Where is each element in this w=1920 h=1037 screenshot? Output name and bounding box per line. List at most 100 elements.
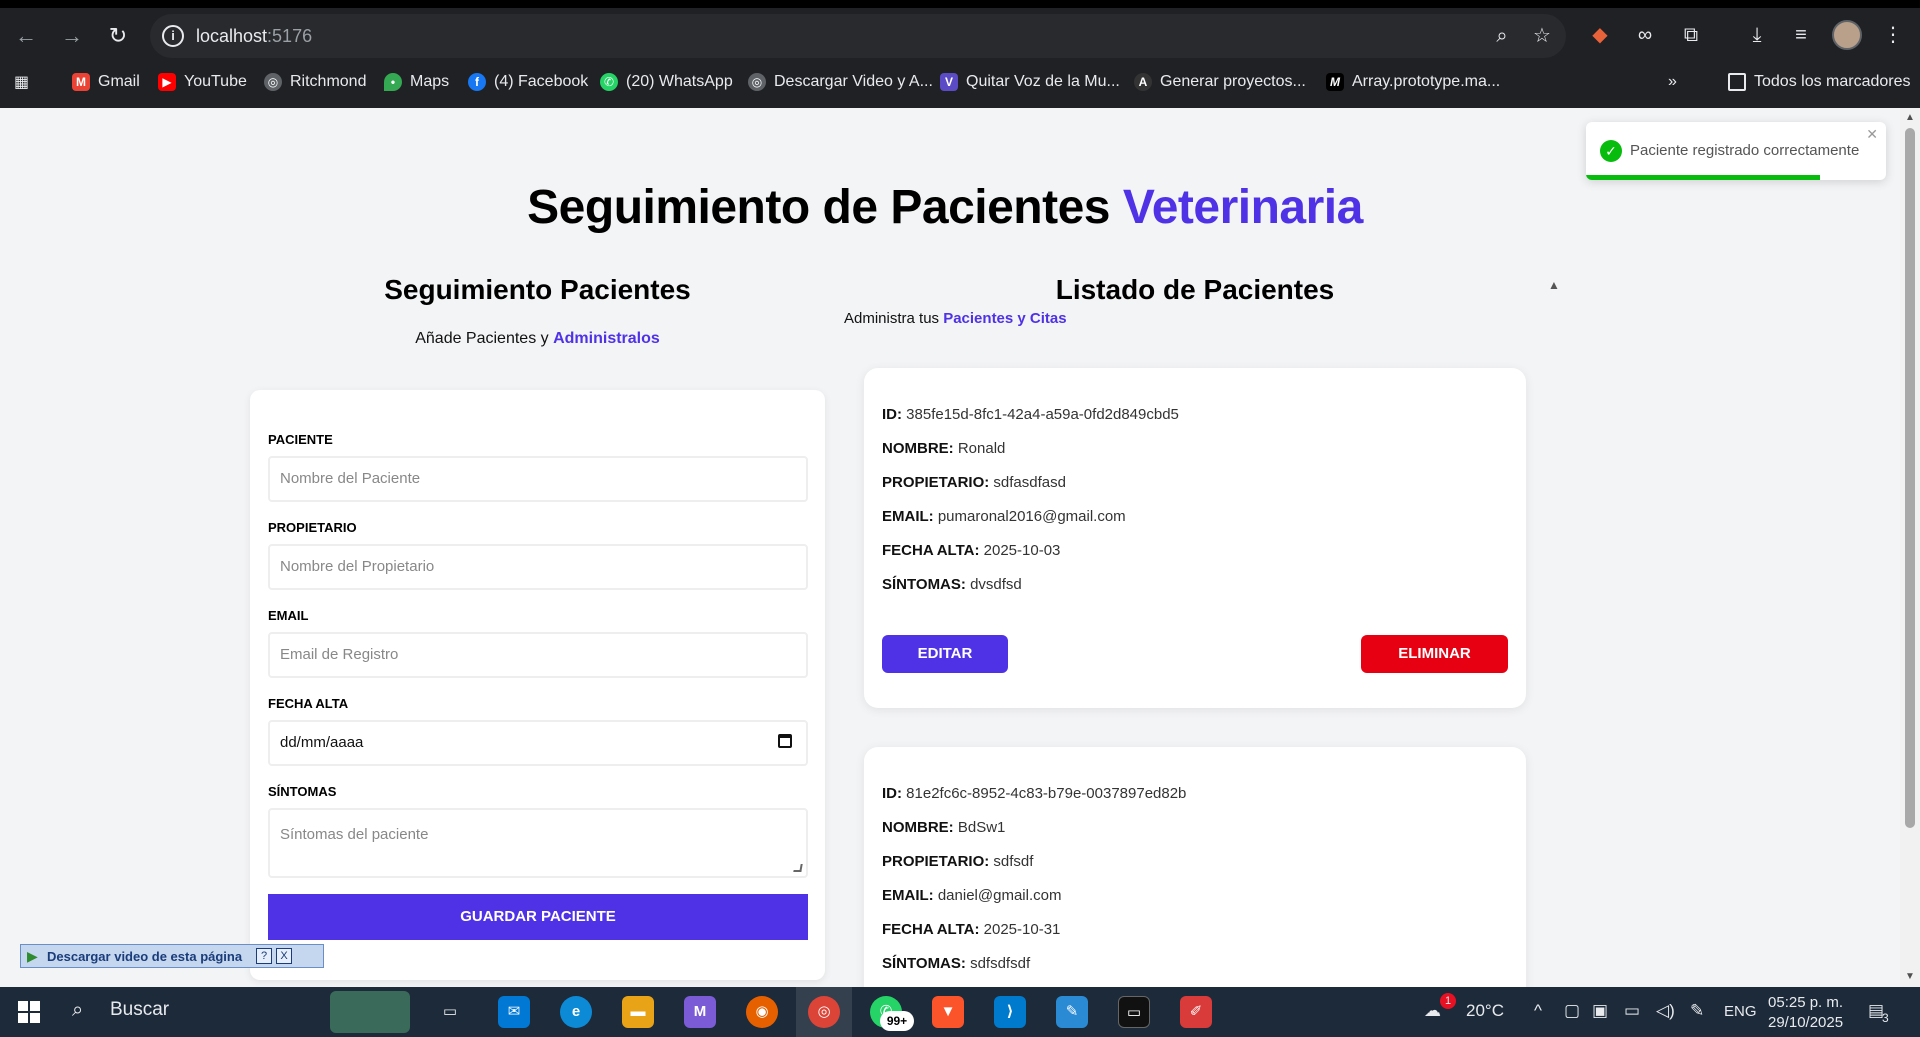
bookmark-youtube[interactable]: ▶ YouTube: [158, 70, 247, 94]
paint-app-icon[interactable]: ✎: [1056, 996, 1088, 1028]
fecha-input[interactable]: dd/mm/aaaa: [268, 720, 808, 766]
sintomas-label: SÍNTOMAS: [268, 784, 337, 799]
temperature[interactable]: 20°C: [1466, 1001, 1504, 1021]
list-scroll-up-icon[interactable]: ▲: [1546, 278, 1562, 294]
sintomas-placeholder: Síntomas del paciente: [280, 826, 429, 843]
extensions-icon[interactable]: ⧉: [1676, 20, 1706, 50]
bookmarks-bar: ▦ M Gmail ▶ YouTube ◎ Ritchmond • Maps f (4) …: [0, 66, 1920, 98]
page-scrollbar[interactable]: ▲ ▼: [1900, 108, 1920, 987]
more-bookmarks-chevron-icon[interactable]: »: [1668, 70, 1677, 94]
infinity-extension-icon[interactable]: ∞: [1630, 20, 1660, 50]
display-icon[interactable]: ▣: [1592, 1001, 1608, 1021]
close-icon[interactable]: X: [276, 948, 293, 964]
patient-propietario: PROPIETARIO: sdfasdfasd: [882, 474, 1066, 491]
all-bookmarks-folder[interactable]: Todos los marcadores: [1728, 70, 1911, 94]
bookmark-ritchmond[interactable]: ◎ Ritchmond: [264, 70, 366, 94]
search-highlight-image[interactable]: [330, 991, 410, 1033]
download-video-label[interactable]: Descargar video de esta página: [47, 949, 242, 964]
draw-app-icon[interactable]: ✐: [1180, 996, 1212, 1028]
whatsapp-icon: ✆: [600, 73, 618, 91]
download-video-bar[interactable]: ▶ Descargar video de esta página ? X: [20, 944, 324, 968]
language-indicator[interactable]: ENG: [1724, 1003, 1757, 1020]
folder-icon: [1728, 73, 1746, 91]
email-input[interactable]: Email de Registro: [268, 632, 808, 678]
whatsapp-badge: 99+: [880, 1011, 914, 1031]
zoom-icon[interactable]: ⌕: [1490, 24, 1514, 48]
play-icon: ▶: [27, 948, 38, 964]
patient-fecha: FECHA ALTA: 2025-10-03: [882, 542, 1061, 559]
bookmark-facebook[interactable]: f (4) Facebook: [468, 70, 588, 94]
tray-app-icon[interactable]: ▢: [1564, 1001, 1580, 1021]
media-control-icon[interactable]: ≡: [1786, 20, 1816, 50]
sintomas-textarea[interactable]: Síntomas del paciente: [268, 808, 808, 878]
patient-form: PACIENTE Nombre del Paciente PROPIETARIO…: [250, 390, 825, 980]
pen-icon[interactable]: ✎: [1690, 1001, 1704, 1021]
address-bar[interactable]: i localhost:5176 ⌕ ☆: [150, 14, 1566, 58]
paciente-input[interactable]: Nombre del Paciente: [268, 456, 808, 502]
task-view-icon[interactable]: ▭: [434, 996, 466, 1028]
bookmark-generar-proyectos[interactable]: A Generar proyectos...: [1134, 70, 1306, 94]
tab-strip: [0, 0, 1920, 8]
gmail-icon: M: [72, 73, 90, 91]
bookmark-descargar-video[interactable]: ◎ Descargar Video y A...: [748, 70, 933, 94]
globe-icon: ◎: [748, 73, 766, 91]
guardar-paciente-button[interactable]: GUARDAR PACIENTE: [268, 894, 808, 940]
check-icon: ✓: [1600, 140, 1622, 162]
patient-card: ID: 81e2fc6c-8952-4c83-b79e-0037897ed82b…: [864, 747, 1526, 987]
tray-chevron-icon[interactable]: ^: [1534, 1001, 1542, 1021]
back-button[interactable]: ←: [10, 20, 42, 52]
battery-icon[interactable]: ▭: [1624, 1001, 1640, 1021]
forward-button[interactable]: →: [56, 20, 88, 52]
help-icon[interactable]: ?: [256, 948, 273, 964]
bookmark-maps[interactable]: • Maps: [384, 70, 449, 94]
facebook-icon: f: [468, 73, 486, 91]
download-icon[interactable]: ⤓: [1742, 20, 1772, 50]
brave-app-icon[interactable]: ▼: [932, 996, 964, 1028]
menu-icon[interactable]: ⋮: [1878, 20, 1908, 50]
eliminar-button[interactable]: ELIMINAR: [1361, 635, 1508, 673]
m365-app-icon[interactable]: M: [684, 996, 716, 1028]
firefox-app-icon[interactable]: ◉: [746, 996, 778, 1028]
scrollbar-thumb[interactable]: [1905, 128, 1915, 828]
url-text[interactable]: localhost:5176: [196, 26, 312, 47]
scroll-down-arrow-icon[interactable]: ▼: [1904, 971, 1916, 983]
apps-grid-icon[interactable]: ▦: [14, 70, 29, 94]
calendar-icon[interactable]: [778, 734, 792, 748]
patient-email: EMAIL: pumaronal2016@gmail.com: [882, 508, 1126, 525]
terminal-app-icon[interactable]: ▭: [1118, 996, 1150, 1028]
taskbar-search[interactable]: ⌕ Buscar: [72, 999, 169, 1022]
bookmark-whatsapp[interactable]: ✆ (20) WhatsApp: [600, 70, 733, 94]
resize-grip-icon[interactable]: [793, 864, 803, 872]
browser-chrome: ← → ↻ i localhost:5176 ⌕ ☆ ◆ ∞ ⧉ ⤓ ≡ ⋮ ▦…: [0, 0, 1920, 108]
file-explorer-icon[interactable]: ▬: [622, 996, 654, 1028]
email-label: EMAIL: [268, 608, 309, 623]
patient-sintomas: SÍNTOMAS: sdfsdfsdf: [882, 955, 1031, 972]
mail-app-icon[interactable]: ✉: [498, 996, 530, 1028]
clock[interactable]: 05:25 p. m. 29/10/2025: [1768, 993, 1843, 1033]
bookmark-gmail[interactable]: M Gmail: [72, 70, 140, 94]
propietario-input[interactable]: Nombre del Propietario: [268, 544, 808, 590]
bookmark-array-prototype[interactable]: M Array.prototype.ma...: [1326, 70, 1500, 94]
profile-avatar[interactable]: [1832, 20, 1862, 50]
patient-email: EMAIL: daniel@gmail.com: [882, 887, 1062, 904]
toast-progress-bar: [1586, 175, 1820, 180]
form-section-subtitle: Añade Pacientes y Administralos: [415, 330, 660, 347]
volume-icon[interactable]: ◁): [1656, 1001, 1675, 1021]
metamask-extension-icon[interactable]: ◆: [1585, 20, 1615, 50]
weather-icon[interactable]: ☁: [1424, 1001, 1441, 1021]
bookmark-quitar-voz[interactable]: V Quitar Voz de la Mu...: [940, 70, 1120, 94]
chrome-app-icon[interactable]: ◎: [808, 996, 840, 1028]
scroll-up-arrow-icon[interactable]: ▲: [1904, 112, 1916, 124]
bookmark-star-icon[interactable]: ☆: [1530, 24, 1554, 48]
close-icon[interactable]: ✕: [1866, 126, 1878, 143]
windows-start-icon[interactable]: [18, 1001, 40, 1023]
time: 05:25 p. m.: [1768, 994, 1844, 1011]
reload-button[interactable]: ↻: [102, 20, 134, 52]
edge-app-icon[interactable]: e: [560, 996, 592, 1028]
taskbar-search-label: Buscar: [110, 999, 170, 1020]
site-info-icon[interactable]: i: [162, 25, 184, 47]
editar-button[interactable]: EDITAR: [882, 635, 1008, 673]
patient-nombre: NOMBRE: BdSw1: [882, 819, 1006, 836]
success-toast[interactable]: ✓ Paciente registrado correctamente ✕: [1586, 122, 1886, 180]
vscode-app-icon[interactable]: ⟩: [994, 996, 1026, 1028]
